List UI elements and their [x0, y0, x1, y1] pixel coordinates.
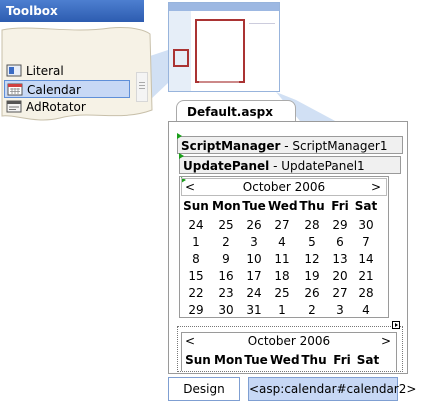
calendar-day[interactable]: 30	[212, 303, 240, 317]
calendar-day[interactable]: 17	[240, 269, 268, 283]
calendar-day[interactable]: 10	[240, 252, 268, 266]
calendar-day[interactable]: 7	[352, 235, 380, 249]
weekday-header: Thu	[301, 353, 327, 367]
design-view-button[interactable]: Design	[168, 377, 240, 401]
weekday-header: Thu	[299, 199, 325, 213]
calendar-day[interactable]: 24	[240, 286, 268, 300]
toolbox-item-literal[interactable]: Literal	[4, 62, 130, 80]
calendar-day[interactable]: 20	[326, 269, 354, 283]
calendar-day[interactable]: 30	[352, 218, 380, 232]
toolbox-title: Toolbox	[0, 0, 144, 22]
calendar-day[interactable]: 12	[298, 252, 326, 266]
toolbox-item-adrotator[interactable]: AdRotator	[4, 98, 130, 116]
weekday-header: Sun	[183, 199, 209, 213]
weekday-header: Fri	[333, 353, 351, 367]
calendar-control[interactable]: < October 2006 > Sun Mon Tue Wed Thu Fri Sat 24…	[179, 176, 389, 318]
toolbox-item-label: Literal	[26, 64, 64, 78]
weekday-header: Sat	[354, 199, 378, 213]
next-month-link[interactable]: >	[371, 179, 381, 195]
calendar2-title: October 2006	[247, 334, 331, 348]
calendar-day[interactable]: 31	[240, 303, 268, 317]
calendar-day[interactable]: 1	[268, 303, 296, 317]
tab-default-aspx[interactable]: Default.aspx	[176, 100, 296, 122]
calendar-day[interactable]: 2	[212, 235, 240, 249]
design-surface[interactable]: ScriptManager - ScriptManager1 UpdatePan…	[168, 121, 408, 374]
calendar-day[interactable]: 21	[352, 269, 380, 283]
calendar-day[interactable]: 3	[326, 303, 354, 317]
calendar-day[interactable]: 4	[352, 303, 380, 317]
smart-tag-icon	[177, 133, 182, 139]
tag-navigator-calendar2[interactable]: <asp:calendar#calendar2>	[248, 377, 416, 401]
calendar-day[interactable]: 5	[298, 235, 326, 249]
calendar-title: October 2006	[242, 180, 326, 194]
calendar-day[interactable]: 3	[240, 235, 268, 249]
calendar-day[interactable]: 6	[326, 235, 354, 249]
calendar-day[interactable]: 28	[352, 286, 380, 300]
toolbox-item-label: AdRotator	[26, 100, 86, 114]
calendar-day[interactable]: 27	[268, 218, 296, 232]
calendar-day[interactable]: 22	[182, 286, 210, 300]
calendar-day[interactable]: 23	[212, 286, 240, 300]
calendar-day[interactable]: 29	[326, 218, 354, 232]
calendar2-control[interactable]: < October 2006 > Sun Mon Tue Wed Thu Fri Sat	[177, 326, 403, 372]
toolbox-panel: Literal Calendar AdRotator	[0, 24, 160, 124]
calendar2-header: < October 2006 >	[182, 333, 396, 351]
weekday-header: Mon	[212, 199, 241, 213]
toolbox-scrollbar[interactable]	[136, 72, 148, 102]
weekday-header: Sun	[185, 353, 211, 367]
next-month-link[interactable]: >	[381, 333, 391, 349]
calendar-icon	[7, 83, 23, 96]
calendar-day[interactable]: 18	[268, 269, 296, 283]
update-panel-control[interactable]: UpdatePanel - UpdatePanel1	[179, 153, 401, 174]
calendar-day[interactable]: 4	[268, 235, 296, 249]
weekday-header: Wed	[270, 353, 300, 367]
calendar-day[interactable]: 16	[212, 269, 240, 283]
calendar-day[interactable]: 25	[212, 218, 240, 232]
calendar-day[interactable]: 19	[298, 269, 326, 283]
weekday-header: Wed	[268, 199, 298, 213]
literal-icon	[6, 64, 22, 77]
calendar-day[interactable]: 27	[326, 286, 354, 300]
calendar-day[interactable]: 13	[326, 252, 354, 266]
calendar-day[interactable]: 25	[268, 286, 296, 300]
calendar-day[interactable]: 1	[182, 235, 210, 249]
weekday-header: Fri	[331, 199, 349, 213]
calendar-day[interactable]: 24	[182, 218, 210, 232]
adrotator-icon	[6, 100, 22, 113]
weekday-header: Tue	[244, 353, 268, 367]
calendar-header: < October 2006 >	[181, 178, 387, 196]
calendar-day[interactable]: 15	[182, 269, 210, 283]
smart-tag-arrow-icon[interactable]	[392, 321, 400, 329]
calendar-day[interactable]: 9	[212, 252, 240, 266]
calendar-day[interactable]: 28	[298, 218, 326, 232]
control-type: ScriptManager	[181, 139, 281, 153]
calendar-day[interactable]: 14	[352, 252, 380, 266]
weekday-header: Sat	[356, 353, 380, 367]
weekday-header: Tue	[242, 199, 266, 213]
weekday-header: Mon	[214, 353, 243, 367]
calendar-day[interactable]: 8	[182, 252, 210, 266]
toolbox-item-calendar[interactable]: Calendar	[4, 80, 130, 98]
control-id: - UpdatePanel1	[269, 159, 365, 173]
control-id: - ScriptManager1	[280, 139, 388, 153]
calendar-day[interactable]: 2	[298, 303, 326, 317]
control-type: UpdatePanel	[183, 159, 270, 173]
calendar-day[interactable]: 11	[268, 252, 296, 266]
calendar-day[interactable]: 29	[182, 303, 210, 317]
ide-thumbnail	[168, 2, 280, 92]
toolbox-item-label: Calendar	[27, 83, 81, 97]
calendar-day[interactable]: 26	[240, 218, 268, 232]
smart-tag-icon	[179, 153, 184, 159]
calendar-day[interactable]: 26	[298, 286, 326, 300]
script-manager-control[interactable]: ScriptManager - ScriptManager1	[177, 133, 403, 154]
